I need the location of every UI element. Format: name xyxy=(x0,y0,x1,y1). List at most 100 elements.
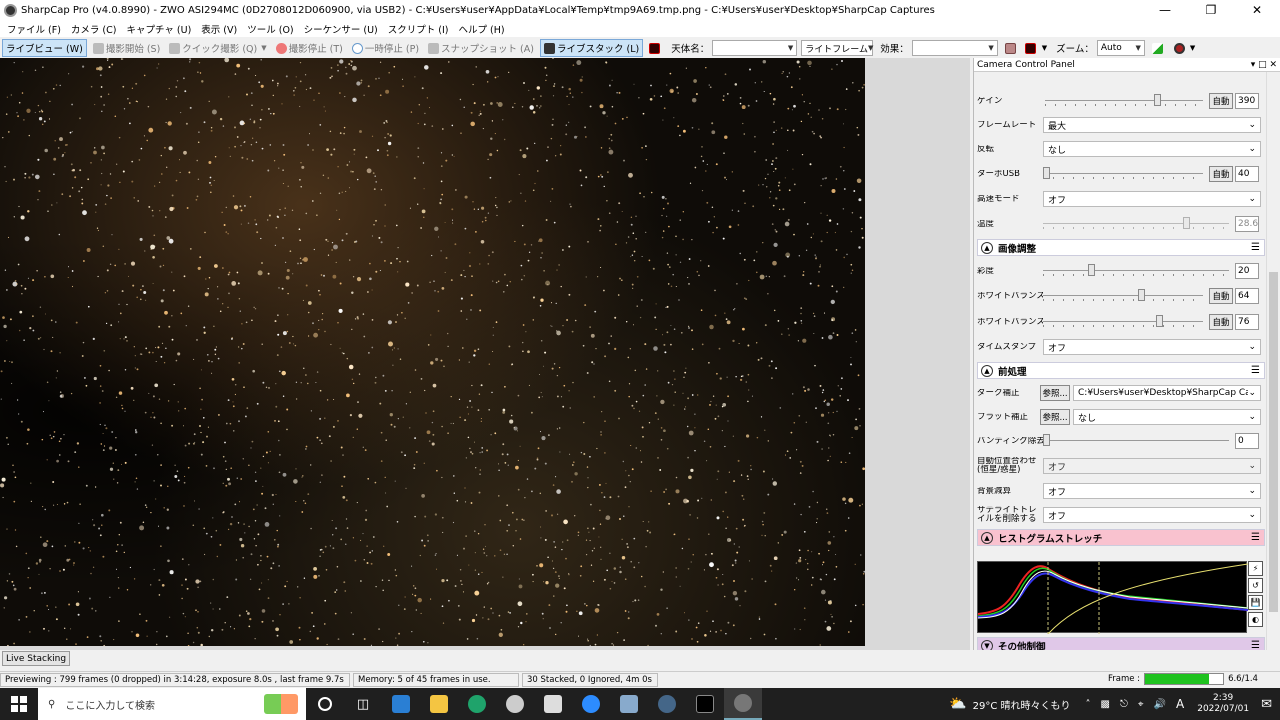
red-display-button[interactable] xyxy=(646,42,665,55)
stop-capture-button[interactable]: 撮影停止 (T) xyxy=(273,40,346,56)
contrast-icon[interactable]: ◐ xyxy=(1248,612,1263,627)
gain-auto-button[interactable]: 自動 xyxy=(1209,93,1233,109)
hamburger-menu-icon[interactable]: ☰ xyxy=(1251,640,1260,650)
section-preprocess[interactable]: ▲ 前処理 ☰ xyxy=(977,362,1265,379)
start-capture-button[interactable]: 撮影開始 (S) xyxy=(90,40,163,56)
high-speed-select[interactable]: オフ ⌄ xyxy=(1043,191,1261,207)
zoom-app[interactable] xyxy=(572,688,610,720)
section-image-adjust[interactable]: ▲ 画像調整 ☰ xyxy=(977,239,1265,256)
turbo-usb-slider[interactable] xyxy=(1043,167,1203,181)
wb-blue-slider[interactable] xyxy=(1043,315,1203,329)
ime-indicator[interactable]: A xyxy=(1176,697,1184,711)
live-stacking-tab[interactable]: Live Stacking xyxy=(2,651,71,666)
live-stack-button[interactable]: ライブスタック (L) xyxy=(539,39,644,57)
focus-assist-button[interactable]: ▼ xyxy=(1171,42,1198,55)
wb-red-slider[interactable] xyxy=(1043,289,1203,303)
dark-file-select[interactable]: C:¥Users¥user¥Desktop¥SharpCap Ca... ⌄ xyxy=(1073,385,1261,401)
banding-value[interactable]: 0 xyxy=(1235,433,1259,449)
reset-icon[interactable]: ↺ xyxy=(1248,578,1263,593)
menu-scripting[interactable]: スクリプト (I) xyxy=(383,22,454,36)
save-icon[interactable]: 💾 xyxy=(1248,595,1263,610)
search-highlight-icon[interactable] xyxy=(264,694,298,714)
store-app[interactable] xyxy=(534,688,572,720)
snapshot-button[interactable]: スナップショット (A) xyxy=(425,40,537,56)
chevron-up-icon[interactable]: ▲ xyxy=(981,364,993,377)
quick-capture-button[interactable]: クイック撮影 (Q) ▼ xyxy=(166,40,269,56)
turbo-usb-auto-button[interactable]: 自動 xyxy=(1209,166,1233,182)
close-button[interactable]: ✕ xyxy=(1234,0,1280,20)
turbo-usb-value[interactable]: 40 xyxy=(1235,166,1259,182)
usb-icon[interactable]: ⎋ xyxy=(1120,699,1128,710)
gain-slider[interactable] xyxy=(1045,94,1203,108)
pause-button[interactable]: 一時停止 (P) xyxy=(349,40,422,56)
chevron-down-icon[interactable]: ▼ xyxy=(981,639,993,650)
banding-slider[interactable] xyxy=(1043,434,1229,448)
start-button[interactable] xyxy=(0,688,38,720)
satellite-trail-select[interactable]: オフ ⌄ xyxy=(1043,507,1261,523)
banding-knob[interactable] xyxy=(1043,434,1050,446)
flat-browse-button[interactable]: 参照... xyxy=(1040,409,1070,425)
framerate-select[interactable]: 最大 ⌄ xyxy=(1043,117,1261,133)
saturation-knob[interactable] xyxy=(1087,264,1095,276)
menu-view[interactable]: 表示 (V) xyxy=(196,22,242,36)
menu-file[interactable]: ファイル (F) xyxy=(2,22,66,36)
gain-value[interactable]: 390 xyxy=(1235,93,1259,109)
explorer-app[interactable] xyxy=(420,688,458,720)
hamburger-menu-icon[interactable]: ☰ xyxy=(1251,242,1260,253)
network-icon[interactable]: ▩ xyxy=(1101,699,1110,710)
auto-stretch-icon[interactable]: ⚡ xyxy=(1248,561,1263,576)
section-other-controls[interactable]: ▼ その他制御 ☰ xyxy=(977,637,1265,650)
menu-capture[interactable]: キャプチャ (U) xyxy=(121,22,196,36)
background-subtraction-select[interactable]: オフ ⌄ xyxy=(1043,483,1261,499)
maximize-button[interactable]: ❐ xyxy=(1188,0,1234,20)
chevron-up-icon[interactable]: ▲ xyxy=(981,531,993,544)
task-view-button[interactable]: ◫ xyxy=(344,688,382,720)
saturation-value[interactable]: 20 xyxy=(1235,263,1259,279)
histogram-toolbar-button[interactable] xyxy=(1149,42,1168,55)
chevron-down-icon[interactable]: ▼ xyxy=(1042,44,1047,52)
panel-pin-icons[interactable]: ▾ □ ✕ xyxy=(1251,60,1277,70)
taskbar-search-box[interactable]: ⚲ ここに入力して検索 xyxy=(38,688,306,720)
live-view-button[interactable]: ライブビュー (W) xyxy=(2,39,87,57)
chevron-up-icon[interactable]: ▲ xyxy=(981,241,993,254)
astro-app[interactable] xyxy=(686,688,724,720)
menu-help[interactable]: ヘルプ (H) xyxy=(453,22,509,36)
wb-red-knob[interactable] xyxy=(1137,289,1145,301)
minimize-button[interactable]: — xyxy=(1142,0,1188,20)
dark-browse-button[interactable]: 参照... xyxy=(1040,385,1070,401)
mail-app[interactable] xyxy=(382,688,420,720)
chrome-app[interactable] xyxy=(496,688,534,720)
chevron-down-icon[interactable]: ▼ xyxy=(261,44,266,52)
histogram-chart[interactable] xyxy=(977,561,1249,635)
turbo-usb-knob[interactable] xyxy=(1043,167,1050,179)
saturation-slider[interactable] xyxy=(1043,264,1229,278)
scrollbar-thumb[interactable] xyxy=(1269,272,1278,612)
menu-camera[interactable]: カメラ (C) xyxy=(66,22,122,36)
effect-combo[interactable]: ▼ xyxy=(911,40,998,56)
wb-red-value[interactable]: 64 xyxy=(1235,288,1259,304)
flip-select[interactable]: なし ⌄ xyxy=(1043,141,1261,157)
weather-text[interactable]: 29°C 晴れ時々くもり xyxy=(973,697,1071,712)
highlight-button[interactable] xyxy=(1002,42,1021,55)
hamburger-menu-icon[interactable]: ☰ xyxy=(1251,365,1260,376)
sky-app[interactable] xyxy=(648,688,686,720)
chevron-down-icon[interactable]: ▼ xyxy=(1190,44,1195,52)
sharpcap-taskbar-app[interactable] xyxy=(724,688,762,720)
volume-icon[interactable]: 🔊 xyxy=(1154,699,1166,710)
gain-knob[interactable] xyxy=(1153,94,1161,106)
panel-scrollbar[interactable] xyxy=(1266,72,1280,650)
flat-file-select[interactable]: なし ⌄ xyxy=(1073,409,1261,425)
menu-sequencer[interactable]: シーケンサー (U) xyxy=(299,22,383,36)
object-name-combo[interactable]: ▼ xyxy=(712,40,798,56)
frame-type-combo[interactable]: ライトフレーム ▼ xyxy=(801,40,873,56)
timestamp-select[interactable]: オフ ⌄ xyxy=(1043,339,1261,355)
hamburger-menu-icon[interactable]: ☰ xyxy=(1251,532,1260,543)
cortana-button[interactable] xyxy=(306,688,344,720)
edge-app[interactable] xyxy=(458,688,496,720)
menu-tools[interactable]: ツール (O) xyxy=(242,22,298,36)
zoom-combo[interactable]: Auto ▼ xyxy=(1096,40,1145,56)
reticle-button[interactable] xyxy=(1022,42,1041,55)
image-viewer[interactable] xyxy=(0,58,970,650)
clock[interactable]: 2:39 2022/07/01 xyxy=(1197,693,1249,715)
wifi-icon[interactable]: ⌖ xyxy=(1138,699,1144,710)
